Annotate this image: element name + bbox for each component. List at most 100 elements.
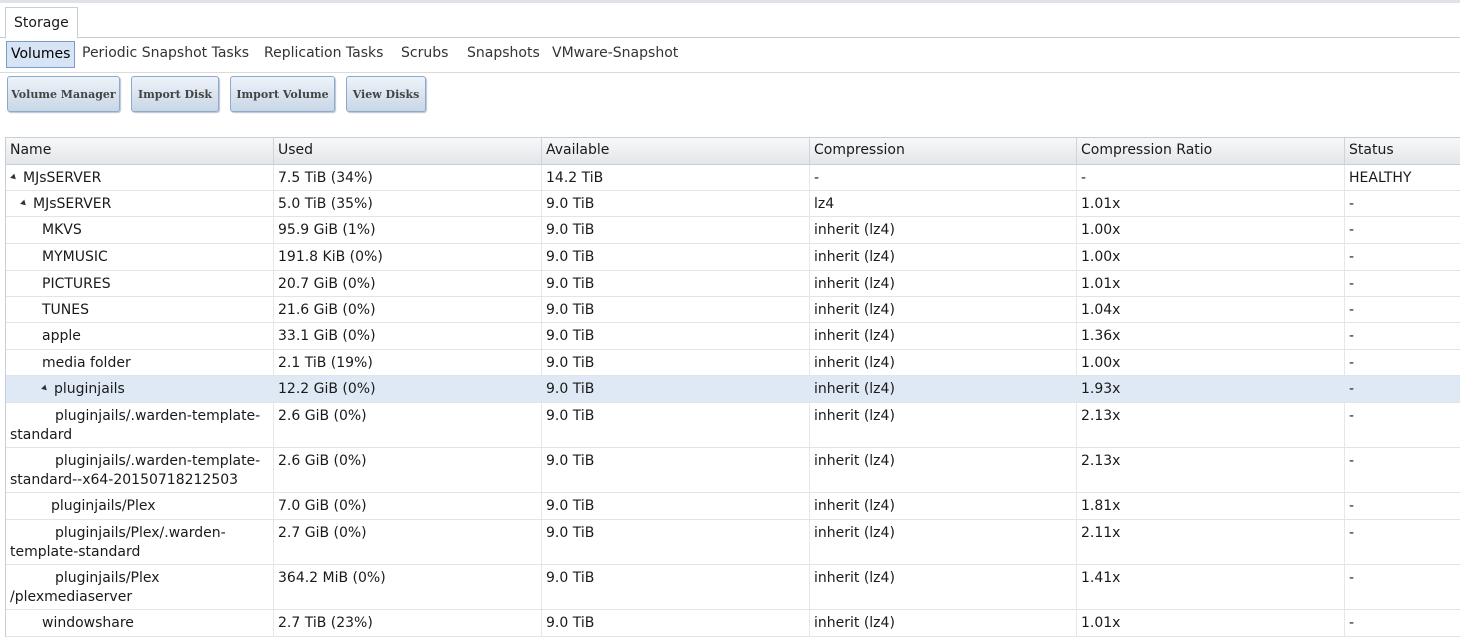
cell-status: -	[1349, 328, 1355, 344]
cell-ratio: 1.41x	[1077, 565, 1345, 609]
cell-ratio: -	[1077, 165, 1345, 190]
table-row[interactable]: media folder 2.1 TiB (19%) 9.0 TiB inherit …	[6, 350, 1460, 376]
import-volume-button[interactable]: Import Volume	[230, 76, 335, 112]
table-row[interactable]: windowshare 2.7 TiB (23%) 9.0 TiB inherit (…	[6, 610, 1460, 637]
import-disk-button[interactable]: Import Disk	[131, 76, 219, 112]
cell-compression: inherit (lz4)	[810, 350, 1077, 375]
expand-toggle-icon[interactable]	[10, 173, 18, 182]
cell-used: 95.9 GiB (1%)	[274, 217, 542, 243]
cell-used: 2.6 GiB (0%)	[274, 403, 542, 447]
row-name-label: media folder	[42, 355, 131, 371]
cell-status: -	[1349, 381, 1355, 397]
cell-ratio: 2.13x	[1077, 448, 1345, 492]
table-row[interactable]: MKVS 95.9 GiB (1%) 9.0 TiB inherit (lz4) 1.0…	[6, 217, 1460, 244]
table-row[interactable]: MYMUSIC 191.8 KiB (0%) 9.0 TiB inherit (lz4…	[6, 244, 1460, 271]
row-name-label: MJsSERVER	[33, 196, 112, 212]
expand-toggle-icon[interactable]	[41, 384, 49, 393]
cell-status: -	[1349, 453, 1355, 469]
column-header-name[interactable]: Name	[6, 138, 274, 164]
table-row[interactable]: pluginjails/Plex/.warden- template-stand…	[6, 520, 1460, 565]
cell-compression: inherit (lz4)	[810, 610, 1077, 636]
tab-scrubs[interactable]: Scrubs	[401, 41, 448, 66]
cell-ratio: 1.81x	[1077, 493, 1345, 519]
cell-name: pluginjails/Plex/.warden- template-stand…	[6, 520, 274, 564]
cell-used: 7.5 TiB (34%)	[274, 165, 542, 190]
cell-used: 12.2 GiB (0%)	[274, 376, 542, 402]
column-header-used[interactable]: Used	[274, 138, 542, 164]
table-row[interactable]: TUNES 21.6 GiB (0%) 9.0 TiB inherit (lz4) 1.…	[6, 297, 1460, 323]
table-row[interactable]: pluginjails/Plex /plexmediaserver 364.2 M…	[6, 565, 1460, 610]
expand-toggle-icon[interactable]	[20, 199, 28, 208]
cell-name: MJsSERVER	[6, 165, 274, 190]
tab-vmware-snapshot[interactable]: VMware-Snapshot	[552, 41, 678, 66]
row-name-label: MKVS	[42, 222, 82, 238]
table-body: MJsSERVER 7.5 TiB (34%) 14.2 TiB - - HEALTHY M…	[6, 165, 1460, 637]
cell-used: 2.1 TiB (19%)	[274, 350, 542, 375]
cell-used: 21.6 GiB (0%)	[274, 297, 542, 322]
cell-available: 9.0 TiB	[542, 403, 810, 447]
tab-replication-tasks[interactable]: Replication Tasks	[264, 41, 383, 66]
cell-ratio: 1.00x	[1077, 350, 1345, 375]
cell-available: 9.0 TiB	[542, 448, 810, 492]
view-disks-button[interactable]: View Disks	[346, 76, 426, 112]
column-header-available[interactable]: Available	[542, 138, 810, 164]
cell-status: -	[1349, 249, 1355, 265]
cell-compression: inherit (lz4)	[810, 244, 1077, 270]
cell-compression: lz4	[810, 191, 1077, 216]
cell-name: MYMUSIC	[6, 244, 274, 270]
table-row[interactable]: MJsSERVER 5.0 TiB (35%) 9.0 TiB lz4 1.01x -	[6, 191, 1460, 217]
cell-status: -	[1349, 276, 1355, 292]
cell-name: TUNES	[6, 297, 274, 322]
cell-used: 33.1 GiB (0%)	[274, 323, 542, 349]
volume-manager-button[interactable]: Volume Manager	[7, 76, 120, 112]
row-name-label: pluginjails/Plex	[51, 498, 156, 514]
cell-ratio: 1.01x	[1077, 191, 1345, 216]
cell-available: 9.0 TiB	[542, 565, 810, 609]
cell-available: 9.0 TiB	[542, 217, 810, 243]
subtab-bar: Volumes Periodic Snapshot Tasks Replicat…	[0, 38, 1460, 73]
cell-used: 2.6 GiB (0%)	[274, 448, 542, 492]
cell-ratio: 2.13x	[1077, 403, 1345, 447]
cell-used: 7.0 GiB (0%)	[274, 493, 542, 519]
table-row[interactable]: PICTURES 20.7 GiB (0%) 9.0 TiB inherit (lz4…	[6, 271, 1460, 297]
table-row[interactable]: pluginjails/.warden-template- standard 2.…	[6, 403, 1460, 448]
table-row[interactable]: MJsSERVER 7.5 TiB (34%) 14.2 TiB - - HEALTHY	[6, 165, 1460, 191]
cell-compression: inherit (lz4)	[810, 217, 1077, 243]
table-header: Name Used Available Compression Compress…	[6, 138, 1460, 165]
cell-available: 9.0 TiB	[542, 493, 810, 519]
column-header-compression[interactable]: Compression	[810, 138, 1077, 164]
cell-used: 2.7 TiB (23%)	[274, 610, 542, 636]
cell-available: 9.0 TiB	[542, 610, 810, 636]
column-header-compression-ratio[interactable]: Compression Ratio	[1077, 138, 1345, 164]
tab-periodic-snapshot-tasks[interactable]: Periodic Snapshot Tasks	[82, 41, 249, 66]
row-name-label: pluginjails/Plex/.warden- template-stand…	[10, 525, 226, 560]
tab-storage[interactable]: Storage	[5, 7, 78, 39]
row-name-label: MYMUSIC	[42, 249, 108, 265]
row-name-label: pluginjails/Plex /plexmediaserver	[10, 570, 160, 605]
row-name-label: apple	[42, 328, 81, 344]
cell-name: media folder	[6, 350, 274, 375]
cell-compression: inherit (lz4)	[810, 493, 1077, 519]
cell-available: 9.0 TiB	[542, 244, 810, 270]
cell-compression: -	[810, 165, 1077, 190]
cell-status: -	[1349, 525, 1355, 541]
cell-name: windowshare	[6, 610, 274, 636]
cell-compression: inherit (lz4)	[810, 376, 1077, 402]
column-header-status[interactable]: Status	[1345, 138, 1460, 164]
table-row[interactable]: pluginjails/.warden-template- standard--…	[6, 448, 1460, 493]
table-row[interactable]: pluginjails 12.2 GiB (0%) 9.0 TiB inherit (…	[6, 376, 1460, 403]
cell-available: 9.0 TiB	[542, 350, 810, 375]
tab-volumes[interactable]: Volumes	[6, 41, 76, 68]
tab-snapshots[interactable]: Snapshots	[467, 41, 540, 66]
table-row[interactable]: apple 33.1 GiB (0%) 9.0 TiB inherit (lz4) 1.…	[6, 323, 1460, 350]
cell-ratio: 1.00x	[1077, 244, 1345, 270]
table-row[interactable]: pluginjails/Plex 7.0 GiB (0%) 9.0 TiB inher…	[6, 493, 1460, 520]
cell-status: -	[1349, 302, 1355, 318]
cell-compression: inherit (lz4)	[810, 297, 1077, 322]
main-tab-bar: Storage	[0, 3, 1460, 39]
cell-available: 14.2 TiB	[542, 165, 810, 190]
cell-used: 5.0 TiB (35%)	[274, 191, 542, 216]
cell-name: apple	[6, 323, 274, 349]
cell-status: -	[1349, 408, 1355, 424]
cell-available: 9.0 TiB	[542, 376, 810, 402]
